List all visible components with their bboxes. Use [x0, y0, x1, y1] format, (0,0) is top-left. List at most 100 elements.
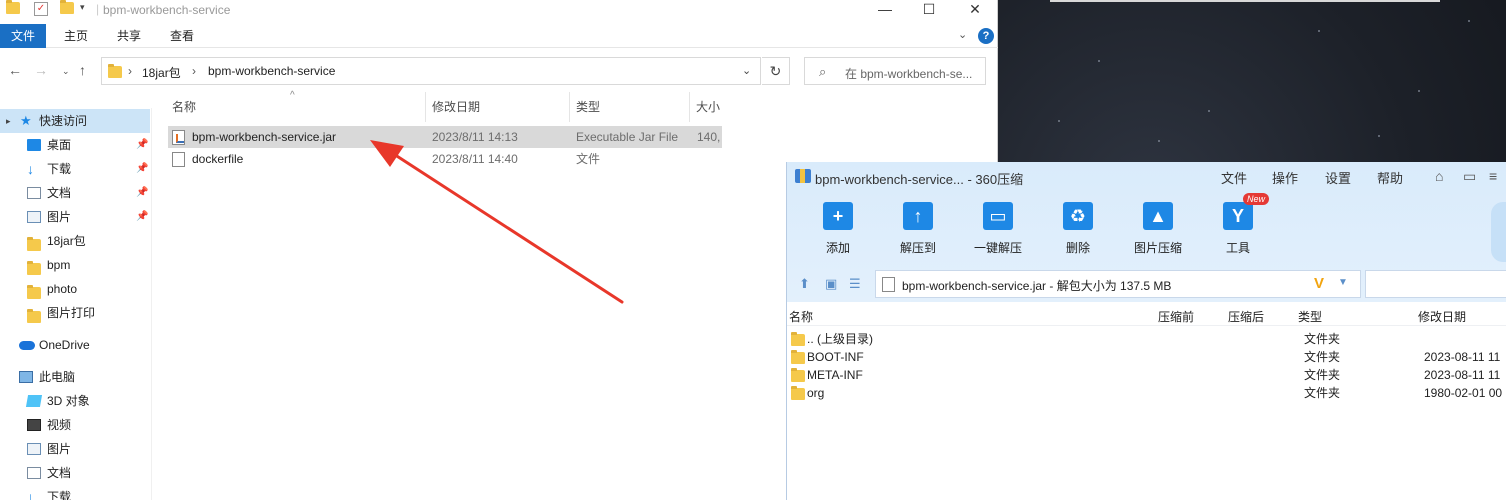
jar-file-icon [882, 277, 895, 292]
tab-share[interactable]: 共享 [117, 24, 141, 48]
pin-icon[interactable]: 📌 [136, 133, 148, 157]
image-compress-button[interactable]: ▲ 图片压缩 [1123, 202, 1187, 258]
address-bar[interactable]: › 18jar包 › bpm-workbench-service ⌄ [101, 57, 761, 85]
breadcrumb-parent[interactable]: 18jar包 [142, 64, 181, 81]
sidebar-item-onedrive[interactable]: OneDrive [0, 333, 150, 357]
thumbnail-view-icon[interactable]: ▣ [825, 276, 837, 292]
tab-file[interactable]: 文件 [0, 24, 46, 48]
add-button[interactable]: + 添加 [803, 202, 867, 258]
tab-view[interactable]: 查看 [170, 24, 194, 48]
sidebar-label: 图片打印 [47, 306, 96, 320]
menu-operate[interactable]: 操作 [1272, 168, 1298, 187]
sidebar-label: 此电脑 [39, 370, 76, 384]
sidebar-item-18jar[interactable]: 18jar包 [0, 229, 150, 253]
side-panel-tab[interactable] [1491, 202, 1506, 262]
back-arrow-icon[interactable]: ← [8, 62, 22, 78]
sidebar-label: photo [47, 282, 78, 296]
new-folder-icon[interactable] [60, 0, 74, 16]
add-label: 添加 [825, 241, 850, 255]
sidebar-item-bpm[interactable]: bpm [0, 253, 150, 277]
maximize-button[interactable]: ☐ [906, 0, 952, 20]
skin-icon[interactable]: ⌂ [1435, 168, 1443, 184]
entry-name: .. (上级目录) [807, 332, 873, 346]
archive-search-input[interactable] [1365, 270, 1506, 298]
one-click-extract-button[interactable]: ▭ 一键解压 [963, 202, 1027, 258]
sidebar-label: 图片 [47, 442, 72, 456]
menu-icon[interactable]: ≡ [1489, 168, 1497, 184]
pin-icon[interactable]: 📌 [136, 181, 148, 205]
pin-icon[interactable]: 📌 [136, 157, 148, 181]
sidebar-label: 文档 [47, 466, 72, 480]
delete-button[interactable]: ♻ 删除 [1043, 202, 1107, 258]
message-icon[interactable]: ▭ [1463, 168, 1476, 185]
list-view-icon[interactable]: ☰ [849, 276, 861, 292]
sidebar-item-quick-access[interactable]: ▸ ★ 快速访问 [0, 109, 150, 133]
extract-to-button[interactable]: ↑ 解压到 [883, 202, 947, 258]
sidebar-item-desktop[interactable]: 桌面 📌 [0, 133, 150, 157]
folder-icon [791, 332, 805, 346]
pin-icon[interactable]: 📌 [136, 205, 148, 229]
column-header-size[interactable]: 大小 [690, 92, 722, 122]
archive-entry-row[interactable]: META-INF 文件夹 2023-08-11 11 [787, 366, 1506, 384]
close-button[interactable]: ✕ [952, 0, 998, 20]
sidebar-item-downloads-pc[interactable]: ↓ 下载 [0, 485, 150, 500]
tools-button[interactable]: Y 工具 [1203, 202, 1267, 258]
entry-name: BOOT-INF [807, 350, 864, 364]
sidebar-item-photo[interactable]: photo [0, 277, 150, 301]
properties-icon[interactable]: ✓ [34, 2, 48, 16]
sidebar-item-documents[interactable]: 文档 📌 [0, 181, 150, 205]
zip-app-icon [795, 169, 811, 183]
sidebar-item-pictures[interactable]: 图片 📌 [0, 205, 150, 229]
column-header-modified[interactable]: 修改日期 [1418, 308, 1466, 325]
refresh-button[interactable]: ↻ [762, 57, 790, 85]
menu-file[interactable]: 文件 [1221, 168, 1247, 187]
forward-arrow-icon[interactable]: → [34, 62, 48, 78]
column-header-type[interactable]: 类型 [1298, 308, 1322, 325]
column-header-before[interactable]: 压缩前 [1158, 308, 1194, 325]
search-box[interactable]: ⌕ 在 bpm-workbench-se... [804, 57, 986, 85]
archive-entry-row[interactable]: .. (上级目录) 文件夹 [787, 330, 1506, 348]
sidebar-item-videos[interactable]: 视频 [0, 413, 150, 437]
up-level-icon[interactable]: ⬆ [799, 276, 810, 292]
recent-locations-icon[interactable]: ⌄ [62, 66, 70, 77]
help-icon[interactable]: ? [978, 28, 994, 44]
up-arrow-icon[interactable]: ↑ [79, 62, 86, 78]
column-header-modified[interactable]: 修改日期 [426, 92, 570, 122]
archive-path-bar[interactable]: bpm-workbench-service.jar - 解包大小为 137.5 … [875, 270, 1361, 298]
address-dropdown-icon[interactable]: ⌄ [742, 64, 751, 77]
breadcrumb-current[interactable]: bpm-workbench-service [208, 64, 335, 78]
title-divider: | [96, 2, 100, 16]
navigation-bar: ← → ⌄ ↑ › 18jar包 › bpm-workbench-service… [0, 56, 998, 86]
column-header-type[interactable]: 类型 [570, 92, 690, 122]
expand-icon[interactable]: ▸ [6, 109, 11, 133]
tab-home[interactable]: 主页 [64, 24, 88, 48]
cloud-icon [19, 341, 35, 350]
menu-settings[interactable]: 设置 [1325, 168, 1351, 187]
column-header-name[interactable]: 名称 [789, 308, 813, 325]
tools-icon: Y [1223, 202, 1253, 230]
archive-entry-row[interactable]: BOOT-INF 文件夹 2023-08-11 11 [787, 348, 1506, 366]
sidebar-item-3d-objects[interactable]: 3D 对象 [0, 389, 150, 413]
column-header-name[interactable]: 名称 [166, 92, 426, 122]
folder-icon [27, 307, 41, 323]
sidebar-item-this-pc[interactable]: 此电脑 [0, 365, 150, 389]
expand-ribbon-icon[interactable]: ⌄ [958, 28, 967, 41]
path-dropdown-icon[interactable]: ▼ [1338, 277, 1348, 288]
vip-icon[interactable]: V [1314, 275, 1324, 292]
customize-toolbar-icon[interactable]: ▾ [80, 2, 94, 16]
menu-help[interactable]: 帮助 [1377, 168, 1403, 187]
desktop-icon [27, 139, 41, 151]
archive-window-title: bpm-workbench-service... - 360压缩 [815, 172, 1024, 187]
arrow-shaft [384, 147, 624, 304]
entry-name: META-INF [807, 368, 863, 382]
sidebar-item-picture-print[interactable]: 图片打印 [0, 301, 150, 325]
archive-entry-row[interactable]: org 文件夹 1980-02-01 00 [787, 384, 1506, 402]
column-header-after[interactable]: 压缩后 [1228, 308, 1264, 325]
sidebar-item-downloads[interactable]: ↓ 下载 📌 [0, 157, 150, 181]
minimize-button[interactable]: — [862, 0, 908, 20]
breadcrumb-separator: › [128, 64, 132, 78]
sidebar-item-documents-pc[interactable]: 文档 [0, 461, 150, 485]
entry-modified: 2023-08-11 11 [1424, 368, 1501, 382]
sidebar-item-pictures-pc[interactable]: 图片 [0, 437, 150, 461]
delete-icon: ♻ [1063, 202, 1093, 230]
